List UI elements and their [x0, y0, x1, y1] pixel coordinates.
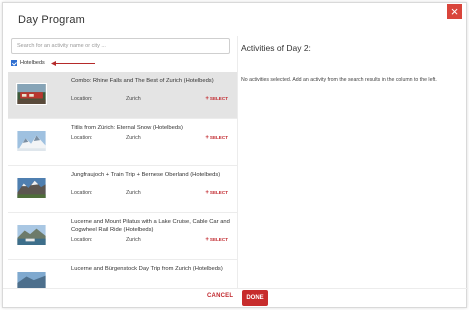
close-button[interactable]: × [447, 4, 462, 19]
hotelbeds-label: Hotelbeds [20, 60, 45, 66]
day-program-dialog: Day Program × Hotelbeds Combo: Rhine Fal… [2, 2, 468, 308]
location-value: Zurich [126, 96, 141, 102]
select-label: SELECT [209, 135, 228, 140]
activity-title: Lucerne and Bürgenstock Day Trip from Zu… [71, 266, 223, 272]
pointer-arrow-icon [51, 61, 95, 66]
footer-divider [3, 288, 468, 289]
day-activities-title: Activities of Day 2: [241, 43, 311, 53]
activity-thumbnail [16, 130, 47, 152]
activity-item[interactable]: Lucerne and Bürgenstock Day Trip from Zu… [8, 260, 238, 289]
activity-title: Combo: Rhine Falls and The Best of Zuric… [71, 78, 214, 84]
activity-thumbnail [16, 177, 47, 199]
plus-icon: + [205, 135, 209, 141]
cancel-button[interactable]: CANCEL [207, 293, 233, 299]
location-value: Zurich [126, 135, 141, 141]
column-divider [237, 36, 238, 289]
activity-results-list[interactable]: Combo: Rhine Falls and The Best of Zuric… [8, 72, 238, 289]
activity-item[interactable]: Lucerne and Mount Pilatus with a Lake Cr… [8, 213, 238, 260]
hotelbeds-filter[interactable]: Hotelbeds [11, 59, 45, 67]
activity-title: Titlis from Zürich: Eternal Snow (Hotelb… [71, 125, 183, 131]
activity-thumbnail [16, 271, 47, 289]
select-button[interactable]: +SELECT [205, 96, 228, 102]
activity-item[interactable]: Combo: Rhine Falls and The Best of Zuric… [8, 72, 238, 119]
activity-item[interactable]: Jungfraujoch + Train Trip + Bernese Ober… [8, 166, 238, 213]
hotelbeds-checkbox[interactable] [11, 60, 17, 66]
select-label: SELECT [209, 237, 228, 242]
location-label: Location: [71, 237, 93, 243]
select-label: SELECT [209, 190, 228, 195]
location-label: Location: [71, 135, 93, 141]
activity-item[interactable]: Titlis from Zürich: Eternal Snow (Hotelb… [8, 119, 238, 166]
plus-icon: + [205, 96, 209, 102]
select-button[interactable]: +SELECT [205, 135, 228, 141]
done-button[interactable]: DONE [242, 290, 268, 306]
empty-state-message: No activities selected. Add an activity … [241, 77, 437, 83]
search-input[interactable] [11, 38, 230, 54]
close-icon: × [450, 4, 459, 19]
location-label: Location: [71, 96, 93, 102]
activity-title: Jungfraujoch + Train Trip + Bernese Ober… [71, 172, 221, 178]
location-label: Location: [71, 190, 93, 196]
location-value: Zurich [126, 190, 141, 196]
select-label: SELECT [209, 96, 228, 101]
activity-thumbnail [16, 224, 47, 246]
activity-thumbnail [16, 83, 47, 105]
activity-title: Lucerne and Mount Pilatus with a Lake Cr… [71, 219, 230, 233]
select-button[interactable]: +SELECT [205, 237, 228, 243]
plus-icon: + [205, 237, 209, 243]
location-value: Zurich [126, 237, 141, 243]
select-button[interactable]: +SELECT [205, 190, 228, 196]
plus-icon: + [205, 190, 209, 196]
dialog-title: Day Program [18, 14, 85, 26]
